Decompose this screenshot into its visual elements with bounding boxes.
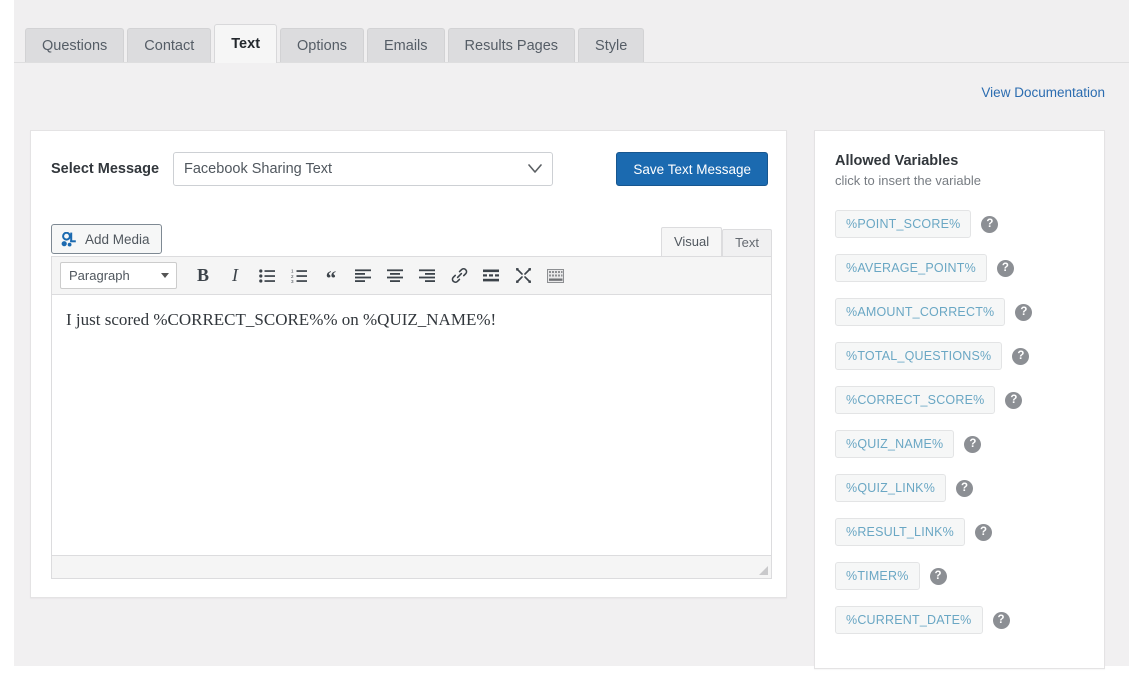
add-media-label: Add Media (85, 232, 150, 247)
tab-contact[interactable]: Contact (127, 28, 211, 63)
variable-row: %RESULT_LINK%? (835, 518, 1084, 546)
variable-row: %CURRENT_DATE%? (835, 606, 1084, 634)
variable-chip[interactable]: %RESULT_LINK% (835, 518, 965, 546)
fullscreen-icon (516, 268, 531, 283)
resize-handle[interactable] (756, 563, 768, 575)
editor-text: I just scored %CORRECT_SCORE%% on %QUIZ_… (66, 307, 757, 333)
variable-row: %QUIZ_NAME%? (835, 430, 1084, 458)
add-media-button[interactable]: Add Media (51, 224, 162, 254)
editor-box: Paragraph B I (51, 256, 772, 579)
view-documentation-link[interactable]: View Documentation (981, 85, 1105, 100)
editor-top-row: Add Media VisualText (51, 224, 772, 256)
variable-chip[interactable]: %QUIZ_NAME% (835, 430, 954, 458)
tab-style[interactable]: Style (578, 28, 644, 63)
wp-editor: Add Media VisualText Paragraph B I (51, 224, 772, 579)
page-content: View Documentation Select Message Facebo… (14, 63, 1129, 666)
tab-questions[interactable]: Questions (25, 28, 124, 63)
align-center-icon (387, 269, 403, 282)
variable-chip[interactable]: %AMOUNT_CORRECT% (835, 298, 1005, 326)
link-icon (451, 268, 468, 283)
tab-emails[interactable]: Emails (367, 28, 445, 63)
documentation-row: View Documentation (981, 85, 1105, 100)
insert-link-button[interactable] (444, 261, 474, 291)
help-icon[interactable]: ? (981, 216, 998, 233)
variable-chip[interactable]: %QUIZ_LINK% (835, 474, 946, 502)
svg-text:3: 3 (291, 278, 294, 282)
italic-button[interactable]: I (220, 261, 250, 291)
help-icon[interactable]: ? (975, 524, 992, 541)
variable-chip[interactable]: %CURRENT_DATE% (835, 606, 983, 634)
select-message-row: Select Message Facebook Sharing Text Sav… (51, 152, 768, 186)
help-icon[interactable]: ? (964, 436, 981, 453)
media-icon (61, 232, 78, 247)
editor-status-bar (52, 555, 771, 578)
editor-tab-text[interactable]: Text (722, 229, 772, 256)
app-window: QuestionsContactTextOptionsEmailsResults… (0, 0, 1129, 684)
variable-row: %CORRECT_SCORE%? (835, 386, 1084, 414)
variable-chip[interactable]: %CORRECT_SCORE% (835, 386, 995, 414)
align-center-button[interactable] (380, 261, 410, 291)
allowed-variables-subtitle: click to insert the variable (835, 173, 1084, 188)
align-left-icon (355, 269, 371, 282)
allowed-variables-card: Allowed Variables click to insert the va… (814, 130, 1105, 669)
select-message-wrapper: Facebook Sharing Text (173, 152, 553, 186)
bulleted-list-button[interactable] (252, 261, 282, 291)
message-editor-card: Select Message Facebook Sharing Text Sav… (30, 130, 787, 598)
variable-row: %TOTAL_QUESTIONS%? (835, 342, 1084, 370)
align-right-button[interactable] (412, 261, 442, 291)
numbered-list-icon: 1 2 3 (291, 269, 307, 283)
insert-read-more-button[interactable] (476, 261, 506, 291)
variable-row: %POINT_SCORE%? (835, 210, 1084, 238)
allowed-variables-title: Allowed Variables (835, 153, 1084, 169)
keyboard-toolbar-icon (547, 269, 564, 283)
help-icon[interactable]: ? (956, 480, 973, 497)
editor-toolbar: Paragraph B I (52, 257, 771, 295)
editor-tab-visual[interactable]: Visual (661, 227, 722, 256)
save-text-message-button[interactable]: Save Text Message (616, 152, 768, 186)
help-icon[interactable]: ? (997, 260, 1014, 277)
allowed-variables-header: Allowed Variables click to insert the va… (815, 131, 1104, 188)
tab-text[interactable]: Text (214, 24, 277, 63)
variable-chip[interactable]: %TOTAL_QUESTIONS% (835, 342, 1002, 370)
read-more-icon (483, 269, 499, 282)
toolbar-toggle-button[interactable] (540, 261, 570, 291)
help-icon[interactable]: ? (993, 612, 1010, 629)
help-icon[interactable]: ? (1015, 304, 1032, 321)
editor-mode-tabs: VisualText (661, 224, 772, 256)
blockquote-button[interactable]: “ (316, 261, 346, 291)
variable-list: %POINT_SCORE%?%AVERAGE_POINT%?%AMOUNT_CO… (815, 210, 1104, 634)
admin-page-shell: QuestionsContactTextOptionsEmailsResults… (14, 0, 1129, 666)
variable-row: %AVERAGE_POINT%? (835, 254, 1084, 282)
align-left-button[interactable] (348, 261, 378, 291)
help-icon[interactable]: ? (1005, 392, 1022, 409)
paragraph-format-select[interactable]: Paragraph (60, 262, 177, 289)
help-icon[interactable]: ? (1012, 348, 1029, 365)
tab-bar: QuestionsContactTextOptionsEmailsResults… (14, 26, 1129, 63)
variable-chip[interactable]: %POINT_SCORE% (835, 210, 971, 238)
tab-options[interactable]: Options (280, 28, 364, 63)
variable-row: %TIMER%? (835, 562, 1084, 590)
editor-content-area[interactable]: I just scored %CORRECT_SCORE%% on %QUIZ_… (52, 295, 771, 556)
variable-row: %AMOUNT_CORRECT%? (835, 298, 1084, 326)
bulleted-list-icon (259, 269, 275, 283)
format-select-wrapper: Paragraph (60, 262, 186, 289)
bold-button[interactable]: B (188, 261, 218, 291)
variable-chip[interactable]: %TIMER% (835, 562, 920, 590)
help-icon[interactable]: ? (930, 568, 947, 585)
variable-chip[interactable]: %AVERAGE_POINT% (835, 254, 987, 282)
select-message-label: Select Message (51, 161, 159, 177)
fullscreen-button[interactable] (508, 261, 538, 291)
select-message-dropdown[interactable]: Facebook Sharing Text (173, 152, 553, 186)
align-right-icon (419, 269, 435, 282)
tab-results-pages[interactable]: Results Pages (448, 28, 576, 63)
variable-row: %QUIZ_LINK%? (835, 474, 1084, 502)
numbered-list-button[interactable]: 1 2 3 (284, 261, 314, 291)
